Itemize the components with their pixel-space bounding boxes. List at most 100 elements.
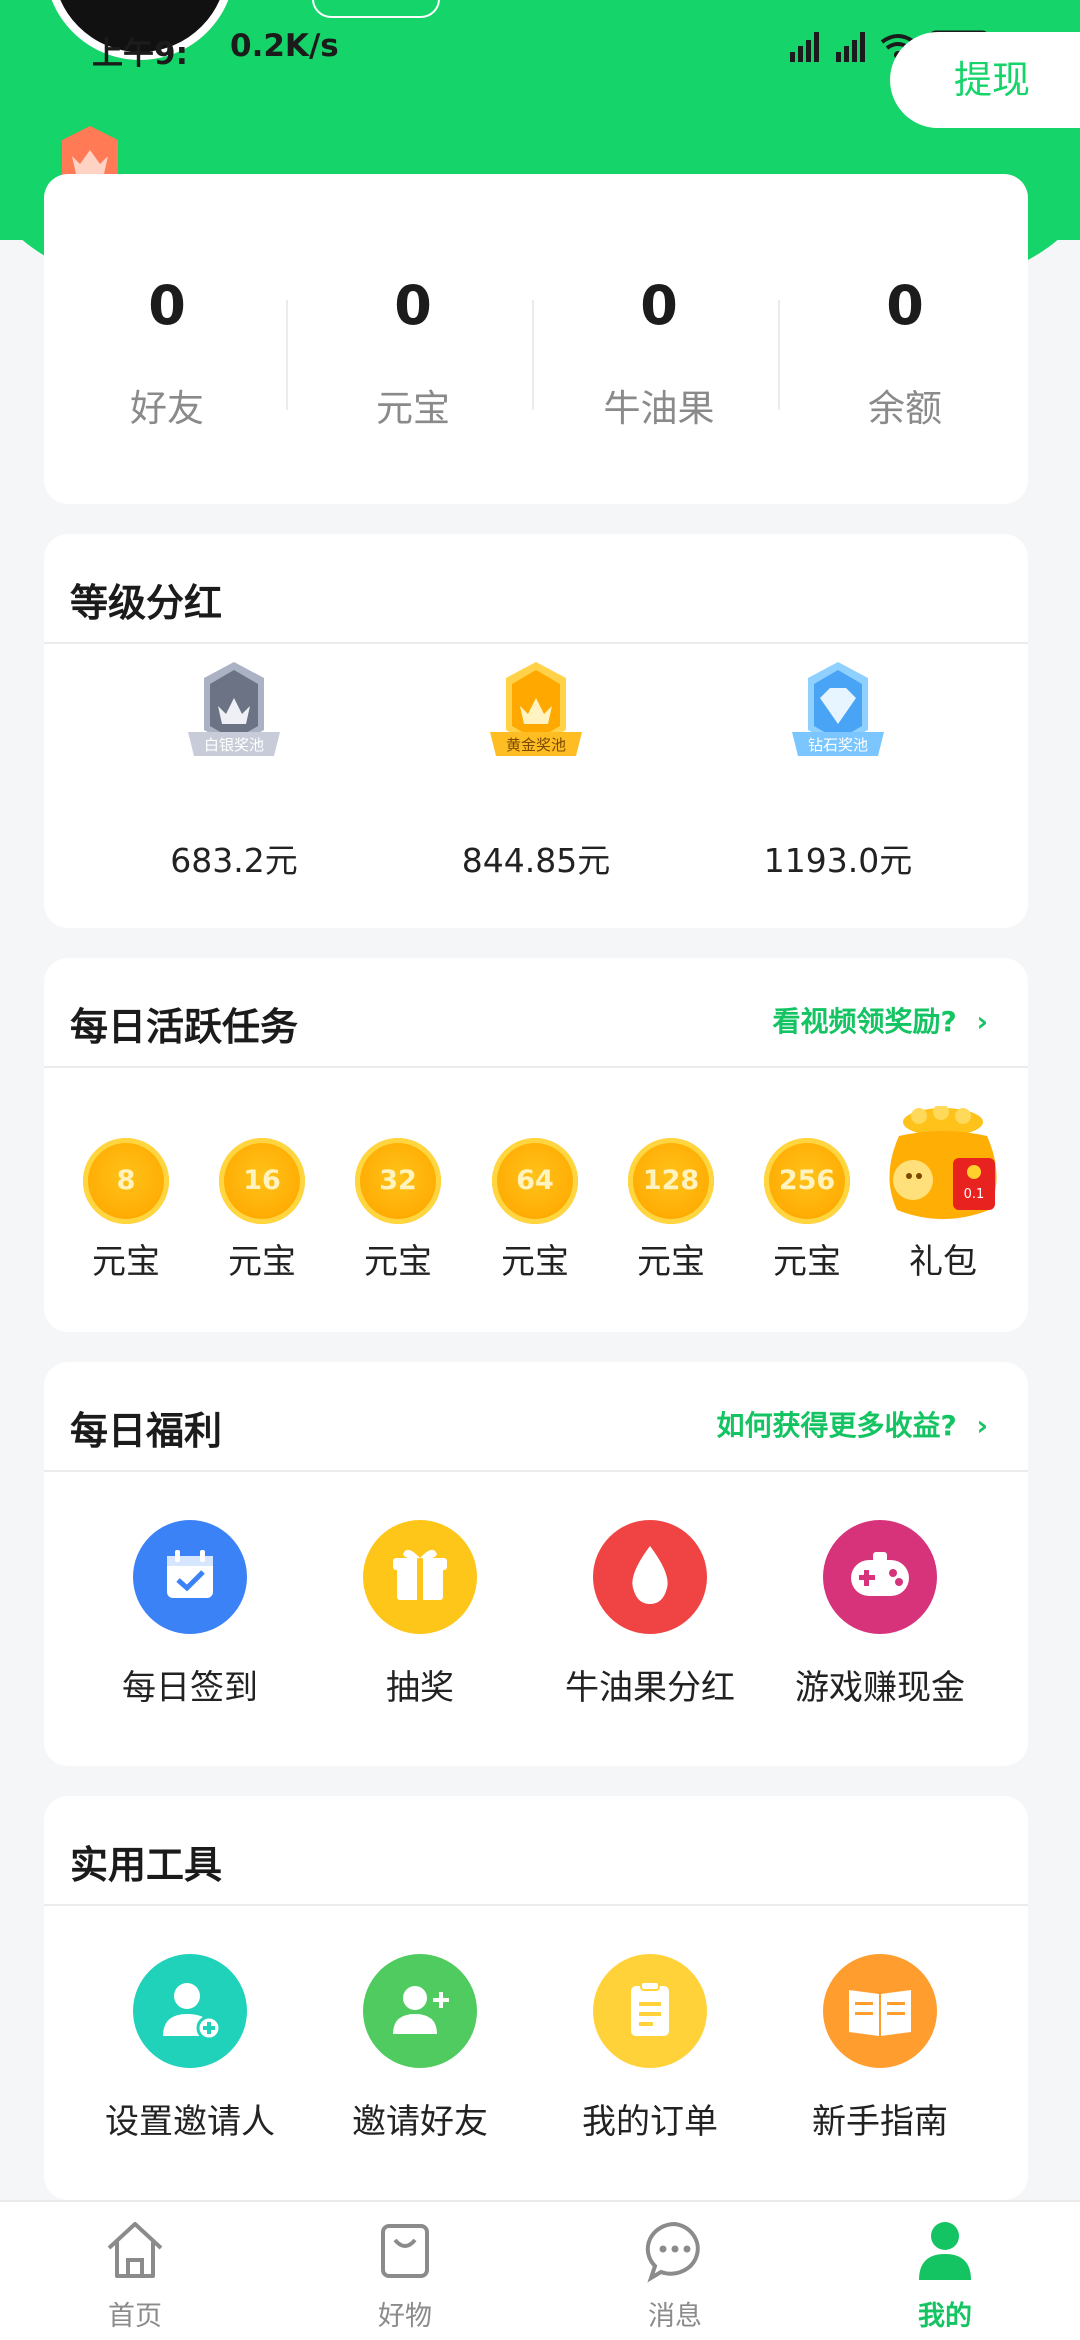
task-coin-32[interactable]: 32 元宝 xyxy=(333,1138,463,1282)
user-add-icon xyxy=(133,1954,247,2068)
welfare-daily-checkin[interactable]: 每日签到 xyxy=(70,1520,310,1708)
coin-icon: 16 xyxy=(219,1138,305,1224)
tab-label: 我的 xyxy=(918,2301,972,2332)
tool-label: 新手指南 xyxy=(812,2102,948,2142)
clipboard-icon xyxy=(593,1954,707,2068)
welfare-lottery[interactable]: 抽奖 xyxy=(300,1520,540,1708)
envelope-amount: 0.1 xyxy=(964,1187,985,1202)
chat-icon xyxy=(645,2221,700,2283)
welfare-label: 每日签到 xyxy=(122,1668,258,1708)
task-coin-8[interactable]: 8 元宝 xyxy=(61,1138,191,1282)
task-coin-16[interactable]: 16 元宝 xyxy=(197,1138,327,1282)
chevron-right-icon: › xyxy=(976,1005,988,1038)
tab-home[interactable]: 首页 xyxy=(0,2202,270,2340)
level-dividend-card: 等级分红 白银奖池 683.2元 黄金奖池 844.85元 钻石奖池 1193.… xyxy=(44,534,1028,928)
coin-label: 元宝 xyxy=(364,1242,432,1282)
stat-value: 0 xyxy=(640,274,678,337)
stat-value: 0 xyxy=(148,274,186,337)
gold-pool-badge-icon: 黄金奖池 xyxy=(490,662,582,756)
home-icon xyxy=(107,2222,163,2278)
tab-label: 好物 xyxy=(378,2301,432,2332)
bottom-tab-bar: 首页 好物 消息 我的 xyxy=(0,2200,1080,2340)
divider xyxy=(44,642,1028,644)
welfare-label: 抽奖 xyxy=(386,1668,454,1708)
divider xyxy=(532,300,534,410)
tab-mine[interactable]: 我的 xyxy=(810,2202,1080,2340)
more-income-link[interactable]: 如何获得更多收益? › xyxy=(716,1404,988,1444)
divider xyxy=(44,1904,1028,1906)
pool-silver[interactable]: 白银奖池 683.2元 xyxy=(84,662,384,880)
tool-beginner-guide[interactable]: 新手指南 xyxy=(760,1954,1000,2142)
link-label: 如何获得更多收益? xyxy=(716,1409,957,1442)
tool-invite-friends[interactable]: 邀请好友 xyxy=(300,1954,540,2142)
status-speed: 0.2K/s xyxy=(230,28,339,64)
stat-value: 0 xyxy=(886,274,924,337)
pool-value: 1193.0元 xyxy=(763,841,913,880)
stat-balance[interactable]: 0 余额 xyxy=(782,174,1028,504)
tab-messages[interactable]: 消息 xyxy=(540,2202,810,2340)
book-icon xyxy=(823,1954,937,2068)
stat-yuanbao[interactable]: 0 元宝 xyxy=(290,174,536,504)
pool-gold[interactable]: 黄金奖池 844.85元 xyxy=(386,662,686,880)
stat-label: 好友 xyxy=(130,387,204,430)
tool-set-inviter[interactable]: 设置邀请人 xyxy=(70,1954,310,2142)
tool-label: 我的订单 xyxy=(582,2102,718,2142)
task-coin-64[interactable]: 64 元宝 xyxy=(470,1138,600,1282)
coin-icon: 8 xyxy=(83,1138,169,1224)
user-plus-icon xyxy=(363,1954,477,2068)
daily-welfare-card: 每日福利 如何获得更多收益? › 每日签到 抽奖 牛油果分红 游戏赚现金 xyxy=(44,1362,1028,1766)
tool-label: 邀请好友 xyxy=(352,2102,488,2142)
divider xyxy=(44,1470,1028,1472)
welfare-label: 游戏赚现金 xyxy=(795,1668,965,1708)
stat-label: 余额 xyxy=(868,387,942,430)
tool-label: 设置邀请人 xyxy=(105,2102,275,2142)
diamond-pool-badge-icon: 钻石奖池 xyxy=(792,662,884,756)
pool-value: 683.2元 xyxy=(170,841,298,880)
section-title: 实用工具 xyxy=(70,1843,223,1887)
gamepad-icon xyxy=(823,1520,937,1634)
coin-icon: 256 xyxy=(764,1138,850,1224)
divider xyxy=(44,1066,1028,1068)
welfare-avocado-dividend[interactable]: 牛油果分红 xyxy=(530,1520,770,1708)
pool-diamond[interactable]: 钻石奖池 1193.0元 xyxy=(688,662,988,880)
coin-label: 元宝 xyxy=(501,1242,569,1282)
stats-card: 0 好友 0 元宝 0 牛油果 0 余额 xyxy=(44,174,1028,504)
stat-avocado[interactable]: 0 牛油果 xyxy=(536,174,782,504)
tools-card: 实用工具 设置邀请人 邀请好友 我的订单 新手指南 xyxy=(44,1796,1028,2200)
pool-badge-label: 白银奖池 xyxy=(204,736,264,754)
stat-friends[interactable]: 0 好友 xyxy=(44,174,290,504)
section-title: 每日福利 xyxy=(70,1409,223,1453)
silver-pool-badge-icon: 白银奖池 xyxy=(188,662,280,756)
coin-icon: 128 xyxy=(628,1138,714,1224)
tab-goods[interactable]: 好物 xyxy=(270,2202,540,2340)
section-title: 每日活跃任务 xyxy=(70,1005,299,1049)
signal-icon xyxy=(790,32,865,62)
coin-label: 元宝 xyxy=(228,1242,296,1282)
user-icon xyxy=(919,2222,971,2280)
link-label: 看视频领奖励? xyxy=(772,1005,957,1038)
edit-profile-pill[interactable] xyxy=(312,0,440,18)
withdraw-button[interactable]: 提现 xyxy=(890,32,1080,128)
pool-value: 844.85元 xyxy=(461,841,611,880)
shopping-bag-icon xyxy=(381,2224,429,2278)
watch-video-link[interactable]: 看视频领奖励? › xyxy=(772,1000,988,1040)
tool-my-orders[interactable]: 我的订单 xyxy=(530,1954,770,2142)
coin-label: 元宝 xyxy=(637,1242,705,1282)
stat-label: 牛油果 xyxy=(603,387,715,430)
drop-icon xyxy=(593,1520,707,1634)
coin-label: 元宝 xyxy=(92,1242,160,1282)
divider xyxy=(286,300,288,410)
status-time: 上午9: xyxy=(92,36,188,72)
pool-badge-label: 黄金奖池 xyxy=(506,736,566,754)
welfare-label: 牛油果分红 xyxy=(565,1668,735,1708)
coin-icon: 32 xyxy=(355,1138,441,1224)
tab-label: 消息 xyxy=(648,2301,702,2332)
stat-value: 0 xyxy=(394,274,432,337)
section-title: 等级分红 xyxy=(70,581,223,625)
task-coin-256[interactable]: 256 元宝 xyxy=(742,1138,872,1282)
task-coin-128[interactable]: 128 元宝 xyxy=(606,1138,736,1282)
pool-badge-label: 钻石奖池 xyxy=(808,736,868,754)
welfare-game-cash[interactable]: 游戏赚现金 xyxy=(760,1520,1000,1708)
calendar-check-icon xyxy=(133,1520,247,1634)
divider xyxy=(778,300,780,410)
